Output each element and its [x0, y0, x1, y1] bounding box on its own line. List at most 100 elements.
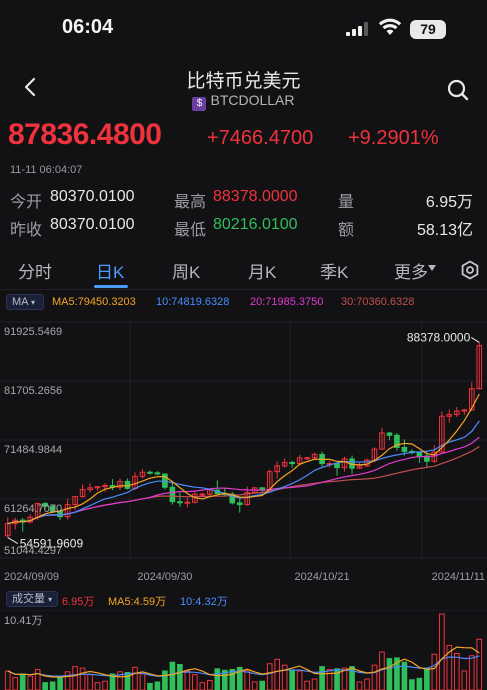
- candle: [12, 517, 19, 530]
- tab-monthly-k[interactable]: 月K: [248, 258, 276, 283]
- candle: [139, 468, 146, 479]
- page-title: 比特币兑美元: [186, 71, 301, 92]
- search-icon[interactable]: [446, 78, 470, 102]
- max-price-annotation: 88378.0000: [407, 330, 471, 344]
- volume-bar: [72, 666, 78, 690]
- volume-bar: [132, 666, 138, 690]
- candle: [341, 456, 348, 472]
- volume-bar: [139, 673, 146, 690]
- open-value: 80370.0100: [50, 188, 135, 205]
- price-change-percent: +9.2901%: [348, 127, 439, 149]
- volume-bar: [192, 674, 198, 690]
- candle-body: [169, 486, 176, 503]
- tab-more[interactable]: 更多: [394, 258, 428, 283]
- volume-bar: [19, 673, 26, 690]
- volume-ma5-line: [7, 646, 480, 678]
- candle: [446, 409, 453, 423]
- volume-bar: [379, 651, 385, 690]
- quote-timestamp: 11-11 06:04:07: [10, 164, 83, 176]
- candle: [79, 484, 86, 498]
- candle: [109, 479, 116, 491]
- low-value: 80216.0100: [213, 216, 298, 233]
- volume-bar: [296, 670, 303, 690]
- volume-bar: [4, 670, 11, 690]
- tab-intraday[interactable]: 分时: [18, 258, 52, 283]
- last-price: 87836.4800: [8, 118, 162, 151]
- wifi-icon: [378, 18, 402, 35]
- volume-value: 6.95万: [425, 194, 473, 211]
- candle-body: [184, 501, 191, 504]
- tab-weekly-k[interactable]: 周K: [172, 258, 200, 283]
- volume-bar: [259, 680, 266, 690]
- low-label: 最低: [174, 222, 207, 239]
- volume-bar: [199, 682, 206, 690]
- volume-bar: [124, 671, 131, 690]
- volume-bar: [12, 677, 19, 690]
- volume-bar: [266, 663, 273, 690]
- candle: [334, 463, 340, 476]
- candle-body: [304, 457, 310, 460]
- x-axis-date-label: 2024/10/21: [295, 571, 350, 583]
- prev-close-label: 昨收: [10, 222, 43, 239]
- volume-bar: [453, 652, 460, 690]
- volume-bar: [251, 681, 258, 690]
- x-axis-date-label: 2024/11/11: [432, 571, 485, 583]
- open-label: 今开: [10, 194, 43, 211]
- volume-selector-label: 成交量: [12, 593, 45, 605]
- volume-label: 量: [338, 194, 355, 211]
- candle-body: [177, 501, 183, 504]
- candle-body: [386, 432, 393, 436]
- cellular-signal-icon: [346, 22, 368, 36]
- volume-bar: [281, 664, 288, 690]
- candle: [229, 491, 236, 505]
- candle: [19, 517, 26, 532]
- volume-chart[interactable]: 10.41万: [0, 610, 487, 690]
- tab-quarterly-k[interactable]: 季K: [320, 258, 348, 283]
- volume-ma5-legend: MA5:4.59万: [108, 596, 167, 608]
- high-label: 最高: [174, 194, 207, 211]
- candle: [124, 478, 131, 490]
- volume-bar: [289, 670, 295, 690]
- candle-body: [401, 446, 408, 452]
- volume-bar: [49, 681, 56, 690]
- volume-bar: [184, 670, 191, 690]
- x-axis-date-label: 2024/09/09: [4, 571, 59, 583]
- volume-bar: [409, 679, 415, 690]
- prev-close-value: 80370.0100: [50, 216, 135, 233]
- candle-body: [334, 463, 340, 469]
- chevron-down-icon: [428, 265, 436, 271]
- volume-bar: [416, 677, 423, 690]
- candle: [169, 482, 176, 505]
- currency-badge-icon: $: [192, 97, 207, 111]
- volume-bar: [244, 669, 251, 690]
- volume-bar: [356, 681, 363, 690]
- candlestick-chart[interactable]: 91925.5469 81705.2656 71484.9844 61264.7070…: [0, 312, 487, 584]
- active-tab-indicator: [94, 285, 128, 288]
- candle: [476, 342, 483, 390]
- settings-gear-icon[interactable]: [460, 260, 480, 280]
- candle: [394, 432, 400, 451]
- volume-bar: [229, 669, 236, 690]
- ma20-legend: 20:71985.3750: [250, 296, 324, 308]
- volume-bar: [386, 658, 393, 690]
- candle: [177, 492, 183, 507]
- volume-indicator-selector[interactable]: 成交量 ▾: [6, 591, 58, 607]
- ma30-legend: 30:70360.6328: [341, 296, 415, 308]
- candle: [281, 458, 288, 468]
- price-change: +7466.4700: [207, 127, 314, 149]
- candle: [117, 478, 123, 491]
- volume-ma10-line: [7, 655, 480, 677]
- volume-bar: [424, 667, 430, 690]
- ma-selector[interactable]: MA ▾: [6, 294, 44, 310]
- volume-max-label: 10.41万: [4, 615, 43, 627]
- y-axis-label: 61264.7070: [4, 503, 62, 515]
- volume-bar: [42, 682, 48, 690]
- tab-daily-k[interactable]: 日K: [96, 258, 124, 283]
- candle: [416, 452, 423, 464]
- min-price-pointer: [7, 537, 18, 544]
- y-axis-label: 71484.9844: [4, 444, 62, 456]
- candle-body: [416, 452, 423, 457]
- volume-bar: [304, 680, 310, 690]
- candle: [364, 458, 370, 468]
- candle: [356, 463, 363, 469]
